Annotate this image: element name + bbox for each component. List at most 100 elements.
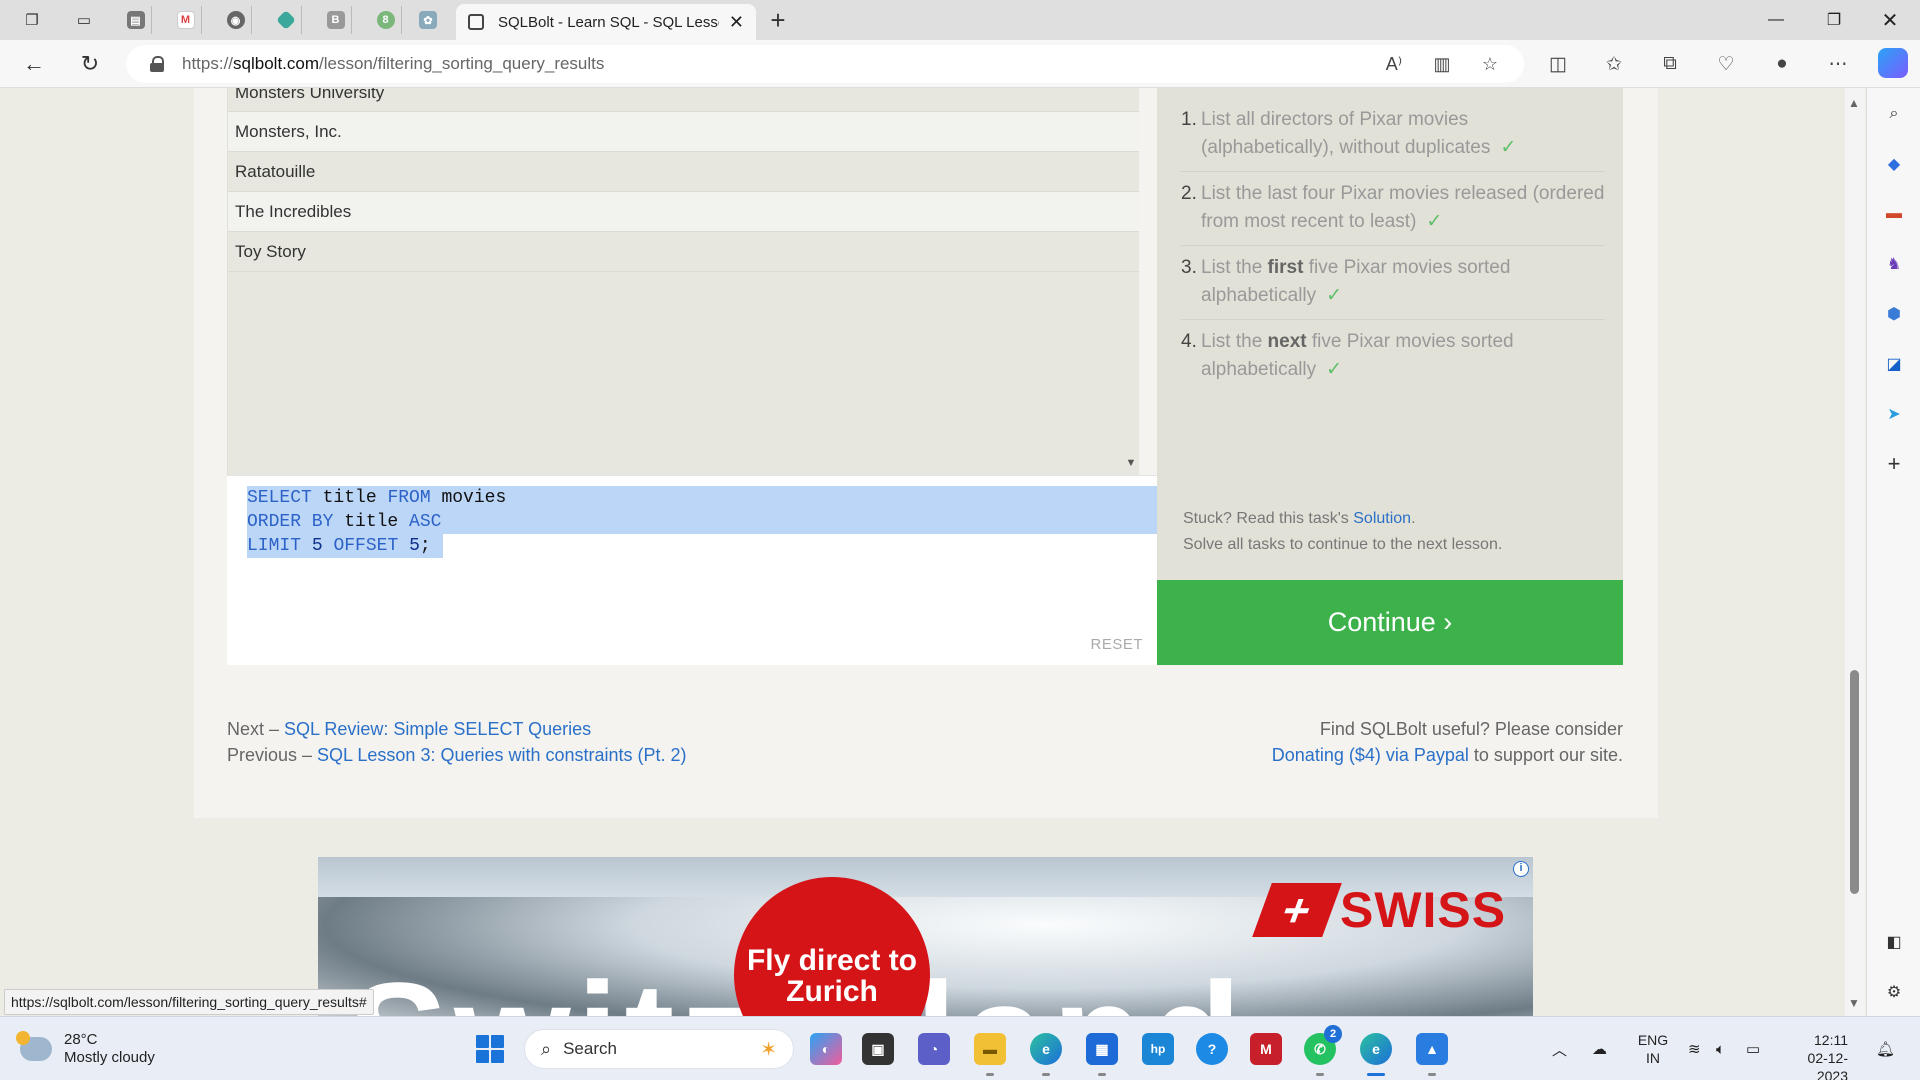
battery-icon[interactable]: ▭ (1746, 1017, 1760, 1080)
database-icon (468, 14, 484, 30)
browser-essentials-icon[interactable]: ♡ (1712, 50, 1740, 78)
outlook-icon[interactable]: ◪ (1882, 352, 1906, 376)
pinned-tab-4[interactable] (270, 6, 302, 34)
weather-widget[interactable]: 28°C Mostly cloudy (16, 1031, 155, 1067)
system-clock[interactable]: 12:11 02-12-2023 (1782, 1031, 1848, 1080)
onedrive-icon[interactable]: ☁ (1592, 1017, 1607, 1080)
minimize-button[interactable]: — (1748, 0, 1804, 40)
favorites-icon[interactable]: ✩ (1600, 50, 1628, 78)
mcafee-icon[interactable]: M (1250, 1033, 1282, 1065)
volume-icon[interactable]: 🔈︎ (1716, 1017, 1725, 1080)
windows-logo-pane (491, 1050, 504, 1063)
start-button[interactable] (476, 1035, 504, 1063)
tab-actions-icon[interactable]: ▭ (70, 6, 98, 34)
next-prefix: Next – (227, 719, 285, 739)
swiss-advertisement[interactable]: Switzerland Fly direct to Zurich + SWISS… (318, 857, 1533, 1016)
solve-all-text: Solve all tasks to continue to the next … (1183, 536, 1503, 553)
task-number: 4. (1181, 331, 1197, 352)
scroll-down-icon[interactable]: ▼ (1848, 996, 1860, 1010)
running-indicator (1316, 1073, 1324, 1076)
task-text: List the (1201, 257, 1268, 278)
code-line-3: LIMIT 5 OFFSET 5; (247, 534, 506, 558)
restore-button[interactable]: ❐ (1806, 0, 1862, 40)
split-screen-icon[interactable]: ◫ (1544, 50, 1572, 78)
favorite-star-icon[interactable]: ☆ (1478, 52, 1502, 76)
add-sidebar-app-icon[interactable]: + (1882, 451, 1906, 476)
pinned-tab-5[interactable]: B (320, 6, 352, 34)
taskbar-search[interactable]: ⌕ Search ✶ (524, 1029, 794, 1069)
pinned-tab-gmail[interactable]: M (170, 6, 202, 34)
pinned-tab-7[interactable]: ✿ (412, 6, 444, 34)
notification-bell-icon[interactable]: 🔔︎ (1876, 1017, 1895, 1080)
copilot-icon[interactable] (1878, 48, 1908, 78)
pinned-tab-6[interactable]: 8 (370, 6, 402, 34)
wifi-icon[interactable]: ≋ (1688, 1017, 1701, 1080)
workspaces-icon[interactable]: ❐ (18, 6, 46, 34)
task-item: 2. List the last four Pixar movies releas… (1181, 172, 1605, 246)
back-button[interactable]: ← (18, 48, 50, 80)
store-icon[interactable]: ▦ (1086, 1033, 1118, 1065)
result-row: Toy Story (228, 232, 1139, 272)
send-icon[interactable]: ➤ (1882, 402, 1906, 426)
edge-icon[interactable]: e (1030, 1033, 1062, 1065)
new-tab-button[interactable]: + (764, 6, 792, 34)
edge-active-icon[interactable]: e (1360, 1033, 1392, 1065)
help-icon[interactable]: ? (1196, 1033, 1228, 1065)
ad-info-icon[interactable]: i (1513, 861, 1529, 877)
temperature: 28°C (64, 1031, 98, 1048)
profile-icon[interactable]: ● (1768, 50, 1796, 78)
whatsapp-icon[interactable]: ✆ 2 (1304, 1025, 1342, 1065)
immersive-reader-icon[interactable]: ▥ (1430, 52, 1454, 76)
close-tab-icon[interactable]: ✕ (729, 12, 744, 33)
scroll-thumb[interactable] (1850, 670, 1859, 894)
lesson-navigation: Next – SQL Review: Simple SELECT Queries… (227, 716, 687, 768)
active-tab[interactable]: SQLBolt - Learn SQL - SQL Lesso ✕ (456, 4, 756, 40)
photos-icon[interactable]: ▲ (1416, 1033, 1448, 1065)
results-scroll-down-icon[interactable]: ▼ (1123, 457, 1139, 469)
donate-link[interactable]: Donating ($4) via Paypal (1272, 745, 1469, 765)
show-hidden-icons[interactable]: ︿ (1552, 1017, 1567, 1080)
support-end: to support our site. (1468, 745, 1623, 765)
lock-icon (150, 56, 164, 72)
task-view-icon[interactable]: ▣ (862, 1033, 894, 1065)
copilot-taskbar-icon[interactable]: ◐ (810, 1033, 842, 1065)
hide-sidebar-icon[interactable]: ◧ (1882, 930, 1906, 954)
address-bar[interactable]: https://sqlbolt.com/lesson/filtering_sor… (126, 45, 1524, 83)
pinned-tab-1[interactable]: ▤ (120, 6, 152, 34)
microsoft365-icon[interactable]: ⬢ (1882, 302, 1906, 326)
support-message: Find SQLBolt useful? Please consider Don… (1272, 716, 1623, 768)
sql-keyword: SELECT (247, 488, 312, 508)
url-path: /lesson/filtering_sorting_query_results (319, 54, 605, 73)
previous-lesson-link[interactable]: SQL Lesson 3: Queries with constraints (… (317, 745, 687, 765)
ad-headline: Fly direct to Zurich (746, 944, 918, 1008)
swiss-logo: + SWISS (1252, 881, 1506, 939)
games-icon[interactable]: ♞ (1882, 252, 1906, 276)
pinned-tab-github[interactable]: ◉ (220, 6, 252, 34)
continue-button[interactable]: Continue › (1157, 580, 1623, 665)
myhp-icon[interactable]: hp (1142, 1033, 1174, 1065)
task-text: List the (1201, 331, 1268, 352)
close-window-button[interactable]: ✕ (1862, 0, 1918, 40)
language-indicator[interactable]: ENG IN (1636, 1031, 1670, 1067)
search-icon[interactable]: ⌕ (1882, 102, 1906, 126)
next-lesson-link[interactable]: SQL Review: Simple SELECT Queries (284, 719, 591, 739)
more-menu-icon[interactable]: ⋯ (1824, 50, 1852, 78)
sql-editor[interactable]: SELECT title FROM movies ORDER BY title … (227, 475, 1157, 665)
tools-icon[interactable]: ▬ (1882, 202, 1906, 226)
teams-chat-icon[interactable]: ◔ (918, 1033, 950, 1065)
shopping-tag-icon[interactable]: ◆ (1882, 152, 1906, 176)
support-line-2: Donating ($4) via Paypal to support our … (1272, 742, 1623, 768)
running-indicator-active (1367, 1073, 1385, 1076)
windows-logo-pane (476, 1050, 489, 1063)
result-row: The Incredibles (228, 192, 1139, 232)
sql-code[interactable]: SELECT title FROM movies ORDER BY title … (247, 486, 506, 558)
read-aloud-icon[interactable]: A⁾ (1382, 52, 1406, 76)
collections-icon[interactable]: ⧉ (1656, 50, 1684, 78)
reset-button[interactable]: RESET (1090, 636, 1143, 653)
solution-link[interactable]: Solution (1353, 510, 1411, 527)
settings-gear-icon[interactable]: ⚙ (1882, 980, 1906, 1004)
file-explorer-icon[interactable]: ▬ (974, 1033, 1006, 1065)
notification-badge: 2 (1324, 1025, 1342, 1043)
refresh-button[interactable]: ↻ (74, 48, 106, 80)
scroll-up-icon[interactable]: ▲ (1848, 96, 1860, 110)
